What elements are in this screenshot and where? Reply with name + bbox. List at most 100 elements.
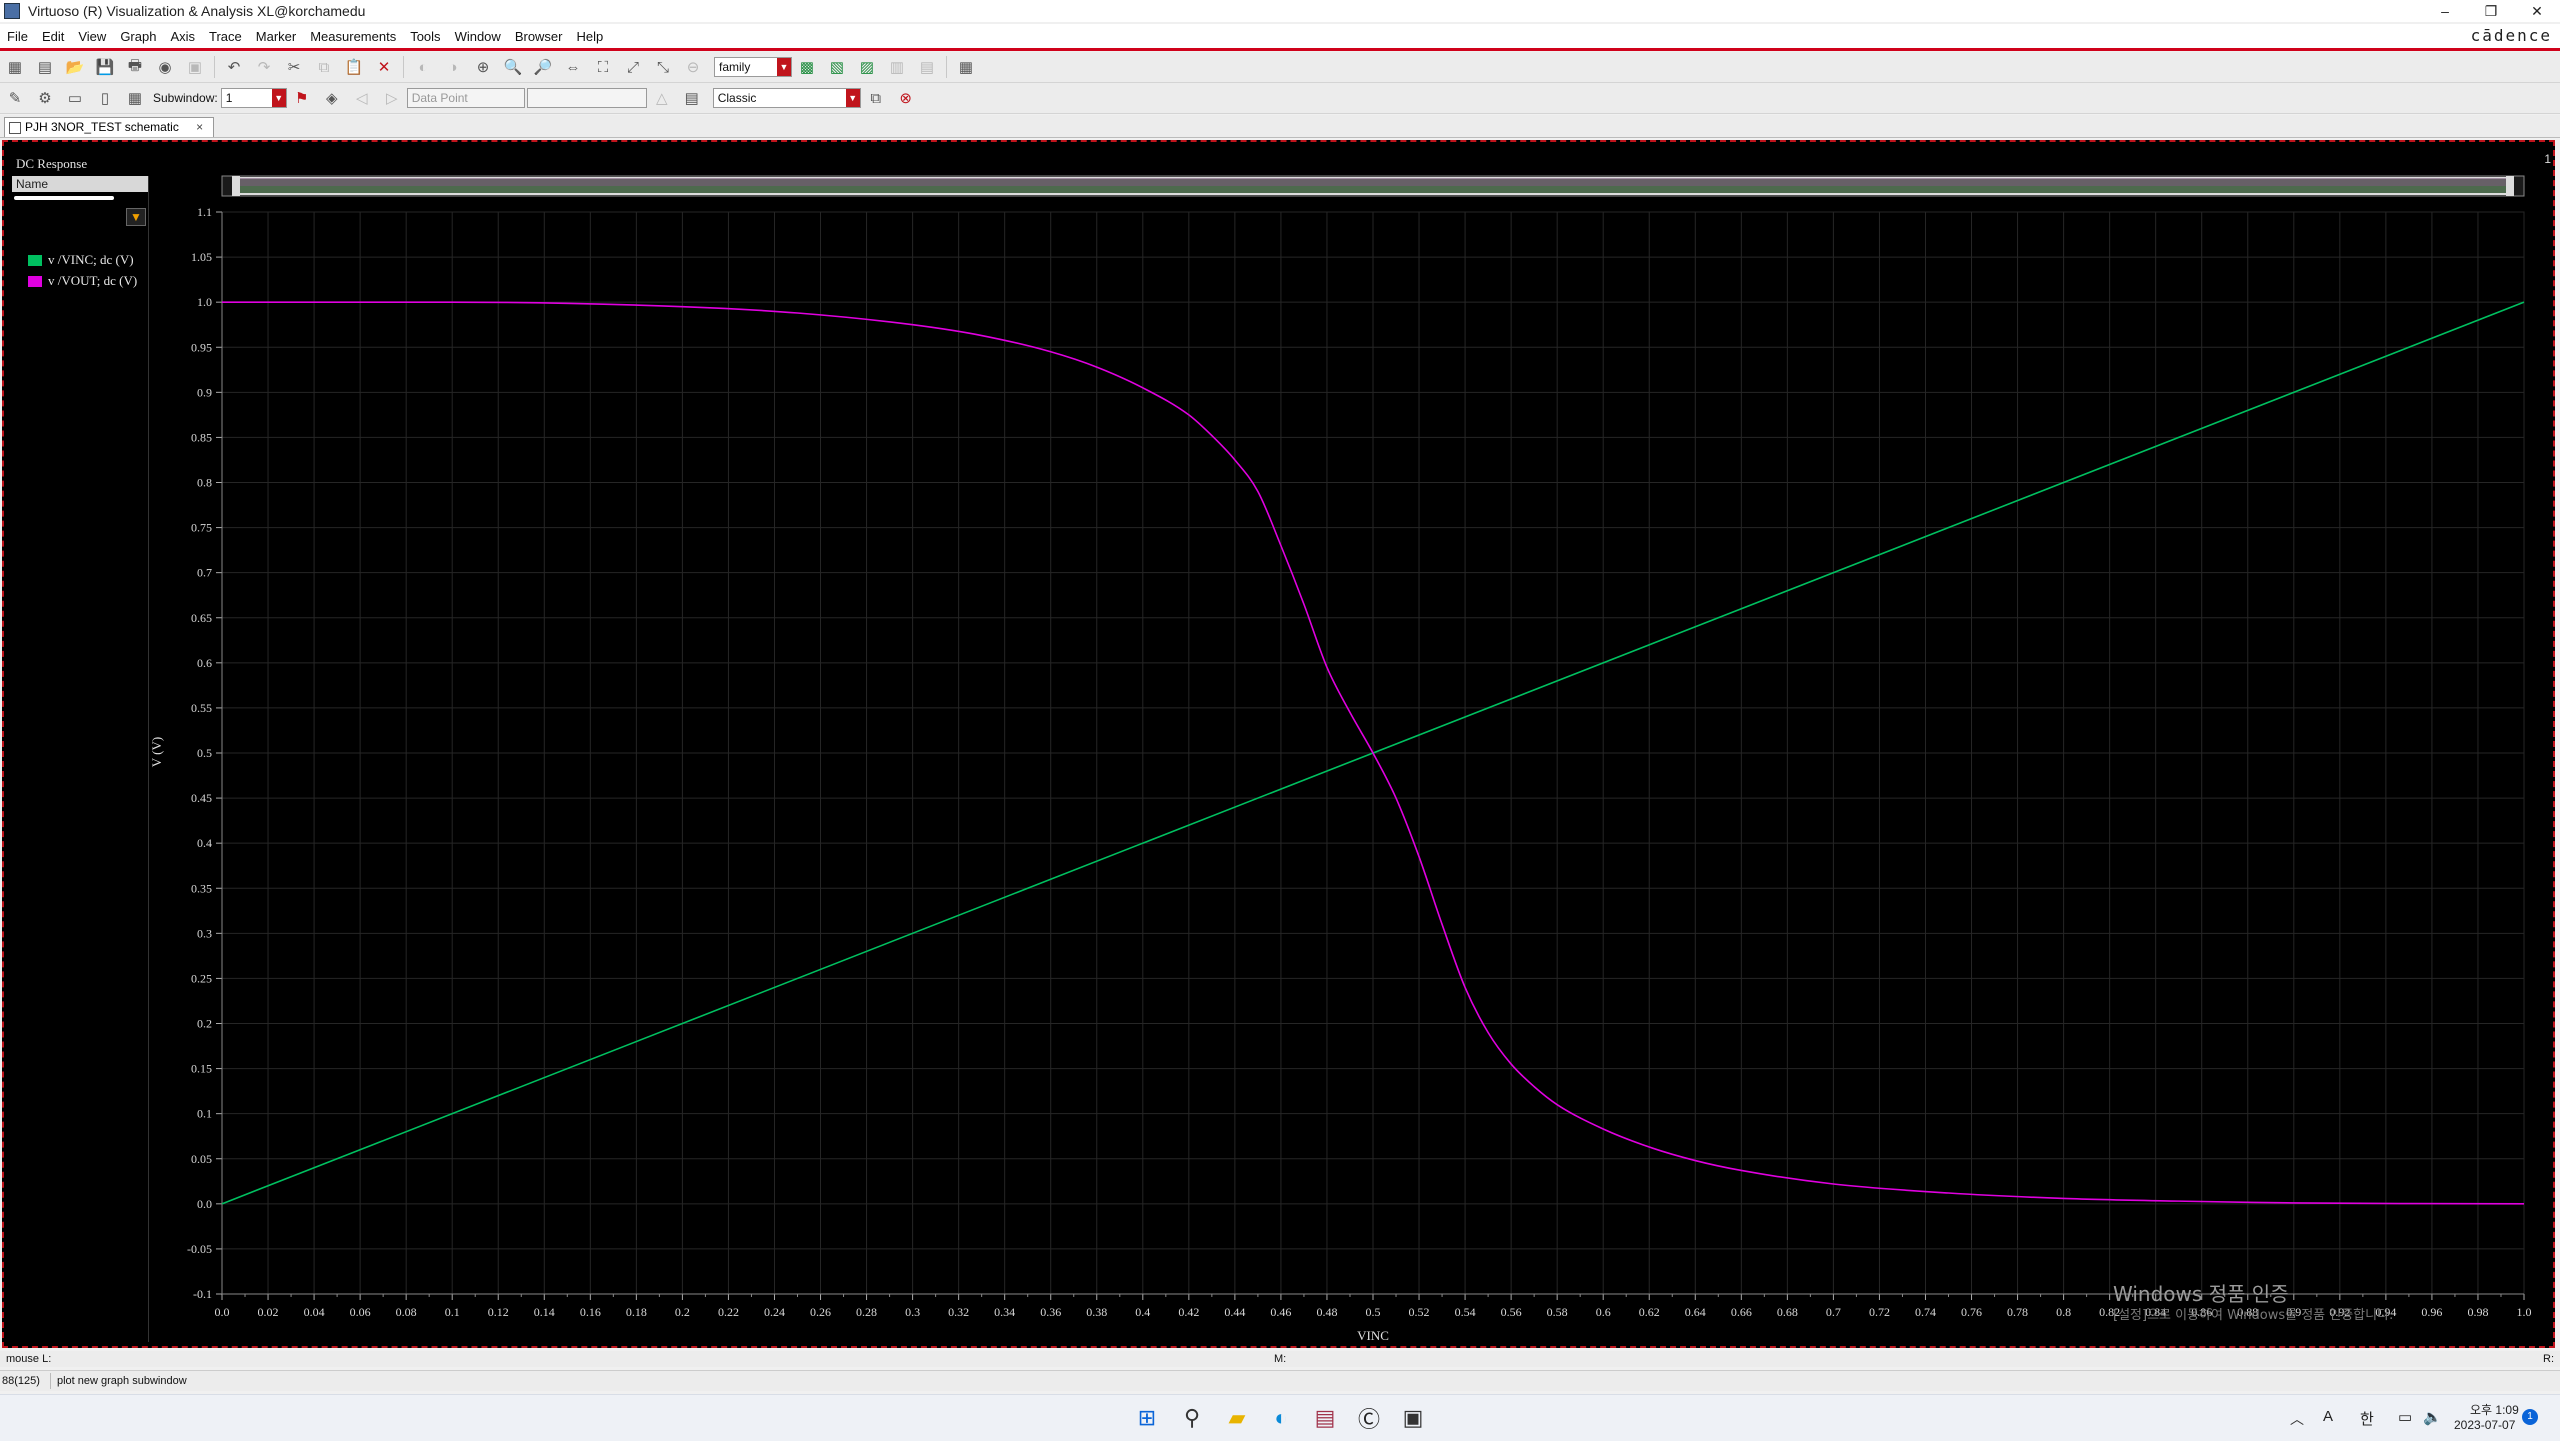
open-folder-icon[interactable]: 📂 xyxy=(64,56,86,78)
pencil-icon[interactable]: ✎ xyxy=(4,87,26,109)
menu-help[interactable]: Help xyxy=(570,29,611,44)
clock-time[interactable]: 오후 1:09 xyxy=(2470,1401,2519,1418)
pan-left-icon[interactable]: ◐ xyxy=(412,56,434,78)
dc-response-chart[interactable]: 0.0 0.02 0.04 0.06 0.08 0.1 0.12 0.14 0.16 0.18 0.… xyxy=(4,142,2553,1346)
slider-right-handle[interactable] xyxy=(2506,176,2514,196)
grid-table-icon[interactable]: ▦ xyxy=(955,56,977,78)
delete-icon[interactable]: ✕ xyxy=(373,56,395,78)
menu-window[interactable]: Window xyxy=(448,29,508,44)
export-icon[interactable]: ▣ xyxy=(184,56,206,78)
layout-grid-icon[interactable]: ▦ xyxy=(124,87,146,109)
zoom-icon[interactable]: ⊕ xyxy=(472,56,494,78)
reader-icon[interactable]: ▤ xyxy=(1310,1403,1340,1433)
menu-browser[interactable]: Browser xyxy=(508,29,570,44)
x-tick-label: 0.44 xyxy=(1224,1305,1245,1319)
zoom-in-icon[interactable]: 🔍 xyxy=(502,56,524,78)
window-titlebar: Virtuoso (R) Visualization & Analysis XL… xyxy=(0,0,2560,22)
volume-icon[interactable]: 🔈 xyxy=(2423,1408,2442,1426)
tray-chevron-icon[interactable]: ︿ xyxy=(2290,1409,2304,1429)
menu-tools[interactable]: Tools xyxy=(403,29,447,44)
x-tick-label: 0.76 xyxy=(1961,1305,1982,1319)
paste-icon[interactable]: 📋 xyxy=(343,56,365,78)
clock-date[interactable]: 2023-07-07 xyxy=(2454,1418,2515,1432)
network-icon[interactable]: ▭ xyxy=(2398,1408,2412,1426)
measure-icon[interactable]: ⚙ xyxy=(34,87,56,109)
menu-axis[interactable]: Axis xyxy=(163,29,202,44)
y-tick-label: 0.85 xyxy=(191,430,212,444)
x-tick-label: 0.48 xyxy=(1316,1305,1337,1319)
window-remove-icon[interactable]: ⊗ xyxy=(895,87,917,109)
remote-desktop-icon[interactable]: ▣ xyxy=(1398,1403,1428,1433)
menu-edit[interactable]: Edit xyxy=(35,29,71,44)
ime-mode-han[interactable]: 한 xyxy=(2360,1408,2374,1429)
layout-horizontal-icon[interactable]: ▭ xyxy=(64,87,86,109)
activation-watermark: Windows 정품 인증 xyxy=(2113,1282,2289,1306)
zoom-x-icon[interactable]: ⇔ xyxy=(562,56,584,78)
x-range-slider[interactable] xyxy=(221,175,2525,197)
new-subwindow-icon[interactable]: ▤ xyxy=(34,56,56,78)
window-copy-icon[interactable]: ⧉ xyxy=(865,87,887,109)
marker-value-input[interactable] xyxy=(526,88,647,108)
marker-prev-icon[interactable]: ◁ xyxy=(351,87,373,109)
delta-icon[interactable]: △ xyxy=(651,87,673,109)
subwindow-select[interactable]: 1 ▼ xyxy=(220,88,287,108)
start-icon[interactable]: ⊞ xyxy=(1132,1403,1162,1433)
copy-icon[interactable]: ⧉ xyxy=(313,56,335,78)
mouse-status-bar: mouse L: M: R: xyxy=(0,1351,2560,1367)
redo-icon[interactable]: ↷ xyxy=(253,56,275,78)
y-tick-label: 0.3 xyxy=(197,926,212,940)
x-tick-label: 0.78 xyxy=(2007,1305,2028,1319)
pan-right-icon[interactable]: ◑ xyxy=(442,56,464,78)
trace-strip-icon[interactable]: ▤ xyxy=(916,56,938,78)
new-window-icon[interactable]: ▦ xyxy=(4,56,26,78)
menu-marker[interactable]: Marker xyxy=(249,29,303,44)
menu-graph[interactable]: Graph xyxy=(113,29,163,44)
table-icon[interactable]: ▤ xyxy=(681,87,703,109)
print-icon[interactable]: 🖶 xyxy=(124,56,146,78)
plot-window[interactable]: DC Response 1 Name ▼ v /VINC; dc (V) v /… xyxy=(2,140,2555,1348)
style-select[interactable]: Classic ▼ xyxy=(712,88,861,108)
trace-split-icon[interactable]: ▧ xyxy=(826,56,848,78)
fit-x-icon[interactable]: ⤢ xyxy=(622,56,644,78)
menu-view[interactable]: View xyxy=(71,29,113,44)
fit-y-icon[interactable]: ⤡ xyxy=(652,56,674,78)
close-button[interactable]: ✕ xyxy=(2514,0,2560,22)
menu-file[interactable]: File xyxy=(0,29,35,44)
trace-stack-icon[interactable]: ▨ xyxy=(856,56,878,78)
search-icon[interactable]: ⚲ xyxy=(1177,1403,1207,1433)
tab-schematic[interactable]: PJH 3NOR_TEST schematic × xyxy=(4,117,215,137)
x-tick-label: 0.5 xyxy=(1366,1305,1381,1319)
chevron-down-icon: ▼ xyxy=(777,58,791,76)
zoom-out-icon[interactable]: 🔎 xyxy=(532,56,554,78)
close-icon[interactable]: × xyxy=(196,120,203,134)
zoom-reset-icon[interactable]: ⊖ xyxy=(682,56,704,78)
cut-icon[interactable]: ✂ xyxy=(283,56,305,78)
marker-icon[interactable]: ◈ xyxy=(321,87,343,109)
menu-measurements[interactable]: Measurements xyxy=(303,29,403,44)
notification-badge[interactable]: 1 xyxy=(2522,1409,2538,1425)
marker-next-icon[interactable]: ▷ xyxy=(381,87,403,109)
y-tick-label: 0.6 xyxy=(197,656,212,670)
trace-layout-icon[interactable]: ▩ xyxy=(796,56,818,78)
menu-trace[interactable]: Trace xyxy=(202,29,249,44)
trace-overlay-icon[interactable]: ▥ xyxy=(886,56,908,78)
save-icon[interactable]: 💾 xyxy=(94,56,116,78)
x-tick-label: 0.24 xyxy=(764,1305,785,1319)
file-explorer-icon[interactable]: ▰ xyxy=(1222,1403,1252,1433)
layout-vertical-icon[interactable]: ▯ xyxy=(94,87,116,109)
minimize-button[interactable]: – xyxy=(2422,0,2468,22)
x-tick-label: 0.72 xyxy=(1869,1305,1890,1319)
cadence-app-icon[interactable]: Ⓒ xyxy=(1354,1403,1384,1433)
fit-icon[interactable]: ⛶ xyxy=(592,56,614,78)
chevron-down-icon: ▼ xyxy=(845,89,860,107)
ime-mode-a[interactable]: A xyxy=(2323,1408,2333,1425)
camera-icon[interactable]: ◉ xyxy=(154,56,176,78)
flag-icon[interactable]: ⚑ xyxy=(291,87,313,109)
data-point-select[interactable]: Data Point xyxy=(406,88,525,108)
edge-icon[interactable]: ◐ xyxy=(1266,1403,1296,1433)
undo-icon[interactable]: ↶ xyxy=(223,56,245,78)
x-tick-label: 0.36 xyxy=(1040,1305,1061,1319)
maximize-button[interactable]: ❐ xyxy=(2468,0,2514,22)
family-select[interactable]: family ▼ xyxy=(714,57,792,77)
slider-left-handle[interactable] xyxy=(232,176,240,196)
